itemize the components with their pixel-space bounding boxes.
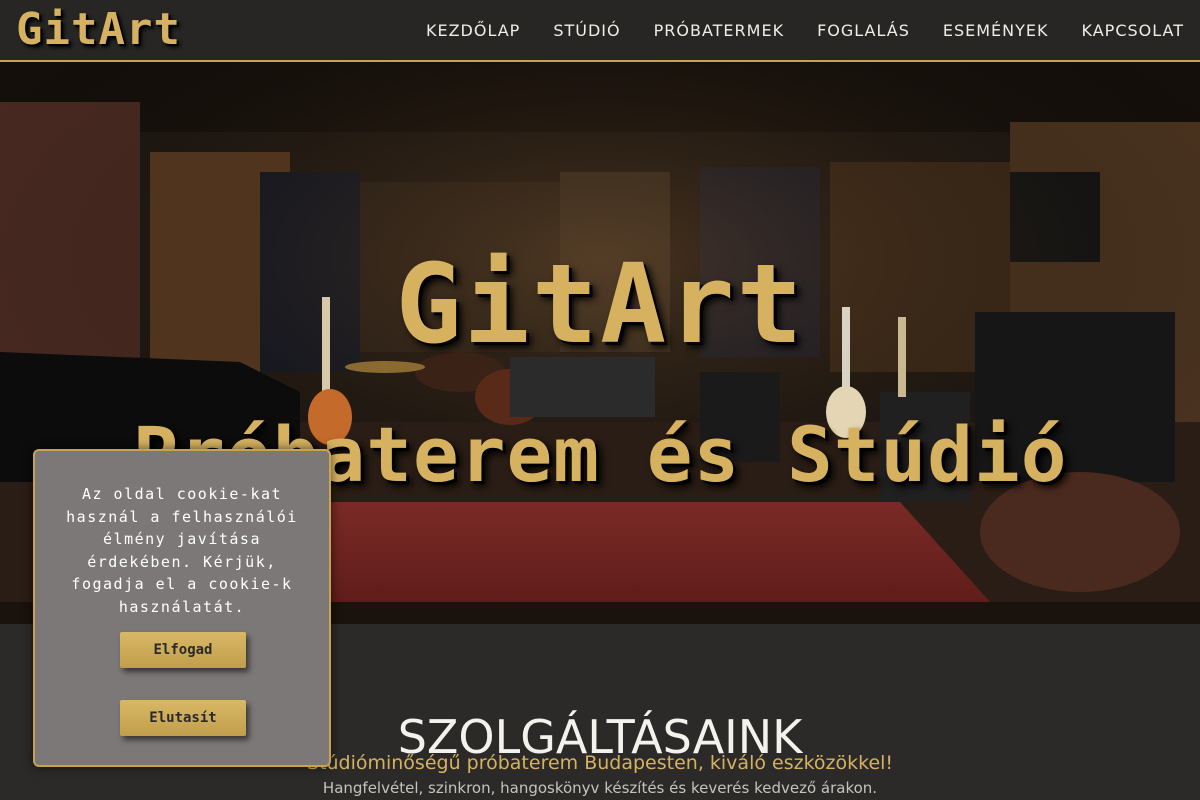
nav-item-rehearsal-rooms[interactable]: PRÓBATERMEK bbox=[654, 21, 784, 40]
nav-item-studio[interactable]: STÚDIÓ bbox=[553, 21, 620, 40]
site-logo[interactable]: GitArt bbox=[16, 4, 181, 55]
nav-item-home[interactable]: KEZDŐLAP bbox=[426, 21, 520, 40]
site-header: GitArt KEZDŐLAP STÚDIÓ PRÓBATERMEK FOGLA… bbox=[0, 0, 1200, 62]
main-nav: KEZDŐLAP STÚDIÓ PRÓBATERMEK FOGLALÁS ESE… bbox=[393, 0, 1184, 60]
services-description: Hangfelvétel, szinkron, hangoskönyv kész… bbox=[322, 779, 878, 797]
hero-title: GitArt bbox=[395, 240, 805, 368]
cookie-accept-button[interactable]: Elfogad bbox=[120, 632, 246, 668]
nav-item-booking[interactable]: FOGLALÁS bbox=[817, 21, 910, 40]
nav-item-contact[interactable]: KAPCSOLAT bbox=[1082, 21, 1184, 40]
cookie-consent-dialog: Az oldal cookie-kat használ a felhasznál… bbox=[33, 449, 331, 767]
cookie-reject-button[interactable]: Elutasít bbox=[120, 700, 246, 736]
nav-item-events[interactable]: ESEMÉNYEK bbox=[943, 21, 1049, 40]
cookie-message: Az oldal cookie-kat használ a felhasznál… bbox=[66, 485, 298, 616]
